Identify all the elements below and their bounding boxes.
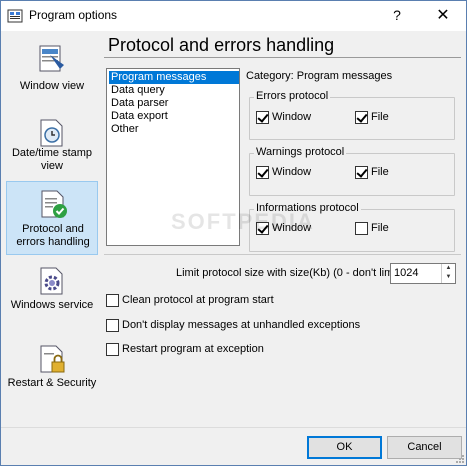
errors-window-label: Window (272, 111, 312, 123)
window-view-icon (39, 45, 64, 72)
sidebar-item-windows-service[interactable]: Windows service (6, 259, 98, 333)
dialog-footer: OK Cancel (1, 428, 466, 465)
limit-size-label: Limit protocol size with size(Kb) (0 - d… (176, 267, 403, 279)
header-divider (104, 57, 461, 58)
errors-protocol-group: Errors protocol Window File (249, 90, 455, 140)
spinner-buttons: ▲ ▼ (441, 264, 455, 283)
clean-protocol-checkbox[interactable] (106, 294, 119, 307)
resize-grip-icon[interactable] (454, 453, 464, 463)
sidebar-item-restart-security[interactable]: Restart & Security (6, 337, 98, 411)
spin-down-icon[interactable]: ▼ (442, 273, 455, 282)
dont-display-messages-checkbox[interactable] (106, 319, 119, 332)
list-item-program-messages[interactable]: Program messages (109, 71, 239, 84)
list-item-data-export[interactable]: Data export (109, 110, 239, 123)
dont-display-messages-label: Don't display messages at unhandled exce… (122, 319, 361, 331)
category-label: Category: Program messages (246, 70, 393, 82)
options-sidebar: Window view Date/time stamp view Protoco… (6, 31, 98, 411)
restart-program-checkbox[interactable] (106, 343, 119, 356)
page-title: Protocol and errors handling (108, 35, 335, 55)
sidebar-item-label: Restart & Security (7, 377, 97, 389)
softpedia-watermark: SOFTPEDIA (171, 209, 315, 234)
list-item-other[interactable]: Other (109, 123, 239, 136)
ok-button[interactable]: OK (307, 436, 382, 459)
limit-size-value[interactable]: 1024 (394, 267, 418, 279)
sidebar-item-window-view[interactable]: Window view (6, 37, 98, 111)
protocol-check-icon (41, 190, 67, 218)
errors-file-label: File (371, 111, 389, 123)
clock-document-icon (40, 119, 63, 147)
warnings-file-label: File (371, 166, 389, 178)
sidebar-item-label: Window view (19, 80, 85, 92)
informations-file-label: File (371, 222, 389, 234)
help-button[interactable]: ? (374, 1, 420, 30)
title-bar[interactable]: Program options ? ✕ (1, 1, 466, 31)
group-title: Errors protocol (254, 90, 331, 102)
warnings-window-checkbox[interactable] (256, 166, 269, 179)
sidebar-item-label: Date/time stamp view (11, 147, 93, 172)
app-icon (7, 9, 23, 23)
spin-up-icon[interactable]: ▲ (442, 264, 455, 273)
informations-file-checkbox[interactable] (355, 222, 368, 235)
sidebar-item-date-time-stamp-view[interactable]: Date/time stamp view (6, 111, 98, 185)
cancel-button[interactable]: Cancel (387, 436, 462, 459)
limit-size-spinner[interactable]: 1024 ▲ ▼ (390, 263, 456, 284)
program-options-window: Program options ? ✕ Window view Date/tim… (0, 0, 467, 466)
warnings-protocol-group: Warnings protocol Window File (249, 146, 455, 196)
gear-service-icon (40, 267, 63, 295)
clean-protocol-label: Clean protocol at program start (122, 294, 274, 306)
list-item-data-query[interactable]: Data query (109, 84, 239, 97)
warnings-file-checkbox[interactable] (355, 166, 368, 179)
group-title: Warnings protocol (254, 146, 347, 158)
errors-window-checkbox[interactable] (256, 111, 269, 124)
warnings-window-label: Window (272, 166, 312, 178)
sidebar-item-label: Protocol and errors handling (16, 223, 90, 248)
section-divider (104, 254, 461, 255)
restart-program-label: Restart program at exception (122, 343, 264, 355)
close-button[interactable]: ✕ (420, 1, 466, 30)
sidebar-item-protocol-and-errors-handling[interactable]: Protocol and errors handling (6, 181, 98, 255)
sidebar-item-label: Windows service (10, 299, 94, 311)
errors-file-checkbox[interactable] (355, 111, 368, 124)
lock-document-icon (40, 345, 65, 373)
window-title: Program options (29, 8, 118, 22)
list-item-data-parser[interactable]: Data parser (109, 97, 239, 110)
